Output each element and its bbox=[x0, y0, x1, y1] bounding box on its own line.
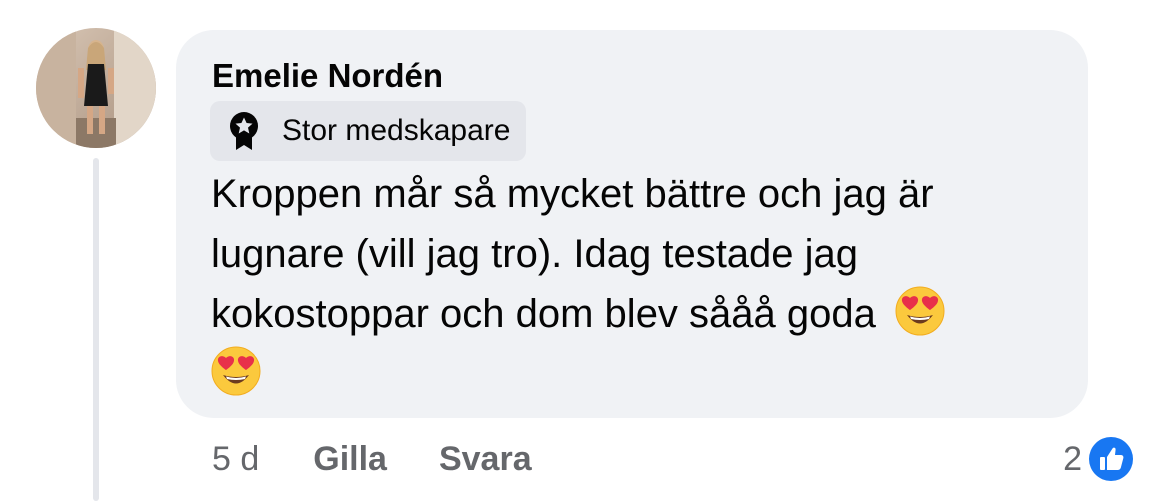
reaction-summary[interactable]: 2 bbox=[1063, 434, 1136, 484]
like-reaction-icon bbox=[1086, 434, 1136, 484]
heart-eyes-emoji-icon bbox=[895, 286, 945, 336]
contributor-badge[interactable]: Stor medskapare bbox=[210, 101, 527, 161]
top-contributor-badge-icon bbox=[226, 111, 262, 151]
reply-button[interactable]: Svara bbox=[439, 440, 532, 479]
comment-actions: 5 d Gilla Svara bbox=[212, 436, 532, 482]
heart-eyes-emoji-icon bbox=[211, 346, 261, 396]
thread-line bbox=[93, 158, 99, 501]
avatar[interactable] bbox=[36, 28, 156, 148]
comment-text: Kroppen mår så mycket bättre och jag är … bbox=[211, 164, 1071, 404]
reaction-count: 2 bbox=[1063, 439, 1082, 478]
comment-author-name[interactable]: Emelie Nordén bbox=[212, 56, 443, 96]
comment-body: Kroppen mår så mycket bättre och jag är … bbox=[211, 172, 934, 336]
comment-timestamp[interactable]: 5 d bbox=[212, 440, 259, 479]
like-button[interactable]: Gilla bbox=[313, 440, 387, 479]
badge-label: Stor medskapare bbox=[282, 114, 511, 147]
